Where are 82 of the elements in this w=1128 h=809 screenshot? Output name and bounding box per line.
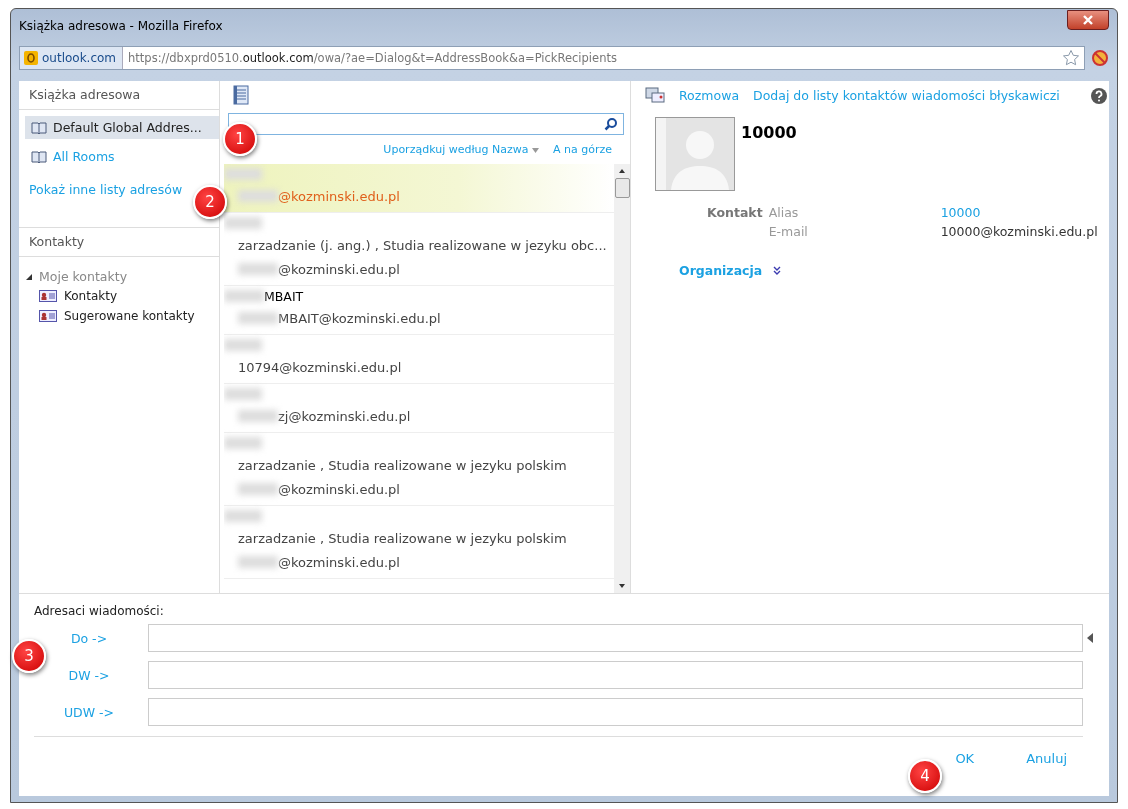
field-label: Alias <box>768 205 800 220</box>
redacted-block <box>224 388 262 400</box>
contact-folder-item[interactable]: Sugerowane kontakty <box>19 306 219 326</box>
help-icon[interactable] <box>1091 88 1107 104</box>
address-list-item[interactable]: All Rooms <box>25 145 219 168</box>
contact-name: MBAIT <box>264 288 304 304</box>
field-value-link[interactable]: 10000 <box>940 205 981 220</box>
contact-detail: zarzadzanie , Studia realizowane w jezyku polskim <box>238 530 567 546</box>
double-chevron-icon[interactable] <box>772 265 783 276</box>
recipients-title: Adresaci wiadomości: <box>34 604 165 618</box>
url-text: https://dbxprd0510.outlook.com/owa/?ae=Dialog&t=AddressBook&a=PickRecipients <box>127 51 618 65</box>
scrollbar[interactable] <box>614 164 630 593</box>
dialog-button[interactable]: Anuluj <box>1020 747 1073 770</box>
contact-detail: zarzadzanie , Studia realizowane w jezyku polskim <box>238 457 567 473</box>
contact-row[interactable]: zarzadzanie , Studia realizowane w jezyku polskim @kozminski.edu.pl <box>224 506 614 579</box>
dropdown-caret-icon <box>532 148 539 153</box>
redacted-block <box>224 510 262 522</box>
contact-row[interactable]: 10794@kozminski.edu.pl <box>224 335 614 384</box>
scrollbar-thumb[interactable] <box>614 178 630 198</box>
field-value: 10000@kozminski.edu.pl <box>940 224 1098 239</box>
contact-detail: zarzadzanie (j. ang.) , Studia realizowane w jezyku obc... <box>238 237 607 253</box>
redacted-block <box>224 437 262 449</box>
site-name: outlook.com <box>42 51 117 65</box>
action-link[interactable]: Rozmowa <box>679 87 740 103</box>
redacted-block <box>224 290 264 302</box>
contact-detail: 10794@kozminski.edu.pl <box>238 359 402 375</box>
recipient-button[interactable]: DW -> <box>68 667 110 683</box>
contact-row[interactable]: MBAIT MBAIT@kozminski.edu.pl <box>224 286 614 335</box>
contact-detail: @kozminski.edu.pl <box>278 261 400 277</box>
address-book-icon[interactable] <box>232 85 250 105</box>
recipient-field[interactable] <box>148 624 1083 652</box>
redacted-block <box>238 556 278 568</box>
book-icon <box>31 150 47 163</box>
book-icon <box>31 121 47 134</box>
bookmark-star-icon[interactable] <box>1062 49 1080 67</box>
address-list-item[interactable]: Default Global Addres... <box>25 116 219 139</box>
address-bar[interactable]: outlook.com https://dbxprd0510.outlook.com/owa/?ae=Dialog&t=AddressBook&a=PickRecipients <box>19 46 1085 70</box>
close-icon <box>1081 14 1095 26</box>
outlook-logo-icon <box>24 51 38 65</box>
contact-row[interactable]: zarzadzanie , Studia realizowane w jezyku polskim @kozminski.edu.pl <box>224 433 614 506</box>
contact-card-icon <box>39 310 57 322</box>
contact-detail: @kozminski.edu.pl <box>278 554 400 570</box>
chat-icon[interactable] <box>645 86 665 104</box>
search-icon[interactable] <box>604 117 618 131</box>
contact-row[interactable]: @kozminski.edu.pl <box>224 164 614 213</box>
redacted-block <box>238 263 278 275</box>
contact-detail: zj@kozminski.edu.pl <box>278 408 411 424</box>
recipient-field[interactable] <box>148 661 1083 689</box>
contact-detail: @kozminski.edu.pl <box>278 188 400 204</box>
contact-row[interactable]: zarzadzanie (j. ang.) , Studia realizowane w jezyku obc... @kozminski.edu.pl <box>224 213 614 286</box>
expand-triangle-icon[interactable] <box>25 272 33 281</box>
section-toggle[interactable]: Organizacja <box>679 263 763 278</box>
redacted-block <box>238 190 278 202</box>
redacted-block <box>224 168 262 180</box>
site-identity[interactable]: outlook.com <box>20 47 124 69</box>
redacted-block <box>238 312 278 324</box>
close-button[interactable] <box>1067 10 1109 30</box>
contact-name-heading: 10000 <box>741 122 797 144</box>
redacted-block <box>238 483 278 495</box>
window-title: Książka adresowa - Mozilla Firefox <box>19 19 223 33</box>
blocked-icon[interactable] <box>1091 49 1109 67</box>
redacted-block <box>238 410 278 422</box>
sort-dropdown[interactable]: Uporządkuj według Nazwa <box>383 143 539 156</box>
contact-card-icon <box>39 290 57 302</box>
panel-title: Książka adresowa <box>19 81 219 110</box>
collapse-arrow-icon[interactable] <box>1087 633 1093 643</box>
order-link[interactable]: A na górze <box>553 143 612 156</box>
panel-title: Kontakty <box>19 227 219 257</box>
contact-detail: @kozminski.edu.pl <box>278 481 400 497</box>
contact-row[interactable]: zj@kozminski.edu.pl <box>224 384 614 433</box>
redacted-block <box>224 217 262 229</box>
field-label: E-mail <box>768 224 809 239</box>
dialog-button[interactable]: OK <box>949 747 981 770</box>
contact-folder-item[interactable]: Kontakty <box>19 286 219 306</box>
recipient-button[interactable]: UDW -> <box>63 704 115 720</box>
recipient-button[interactable]: Do -> <box>70 630 108 646</box>
redacted-block <box>224 339 262 351</box>
action-link[interactable]: Dodaj do listy kontaktów wiadomości błyskawiczi <box>753 87 1060 103</box>
recipient-field[interactable] <box>148 698 1083 726</box>
contact-detail: MBAIT@kozminski.edu.pl <box>278 310 441 326</box>
section-label: Kontakt <box>707 205 763 222</box>
tree-node[interactable]: Moje kontakty <box>19 257 219 286</box>
